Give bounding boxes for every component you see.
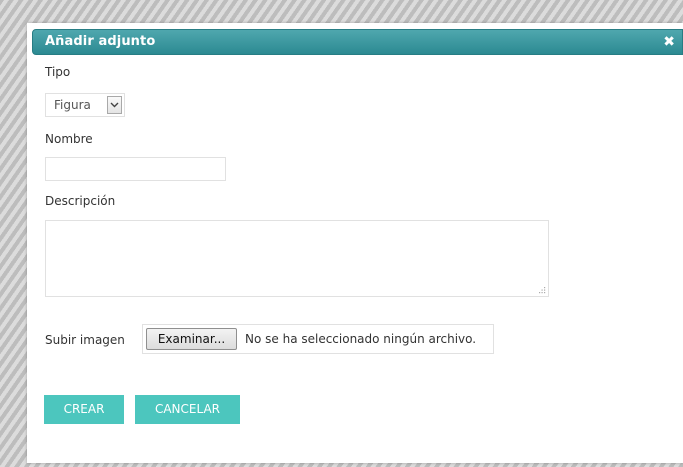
add-attachment-dialog: Añadir adjunto ✖ Tipo Figura Nombre Desc…: [27, 23, 683, 463]
tipo-select[interactable]: Figura: [45, 93, 125, 117]
close-icon[interactable]: ✖: [663, 33, 675, 51]
descripcion-label: Descripción: [45, 194, 116, 208]
nombre-input[interactable]: [45, 157, 226, 181]
chevron-down-glyph: [110, 102, 119, 108]
tipo-label: Tipo: [45, 65, 71, 79]
chevron-down-icon[interactable]: [107, 96, 122, 114]
dialog-title: Añadir adjunto: [45, 34, 156, 49]
subir-imagen-label: Subir imagen: [45, 333, 125, 347]
cancel-button[interactable]: CANCELAR: [135, 395, 240, 424]
dialog-titlebar[interactable]: Añadir adjunto ✖: [32, 29, 683, 55]
tipo-selected-value: Figura: [54, 98, 91, 112]
file-upload-field[interactable]: Examinar... No se ha seleccionado ningún…: [142, 324, 494, 354]
file-status-text: No se ha seleccionado ningún archivo.: [245, 332, 477, 346]
nombre-label: Nombre: [45, 132, 93, 146]
descripcion-textarea[interactable]: [45, 220, 549, 297]
create-button[interactable]: CREAR: [44, 395, 124, 424]
browse-button[interactable]: Examinar...: [146, 328, 237, 350]
resize-grip-icon[interactable]: [539, 287, 546, 294]
